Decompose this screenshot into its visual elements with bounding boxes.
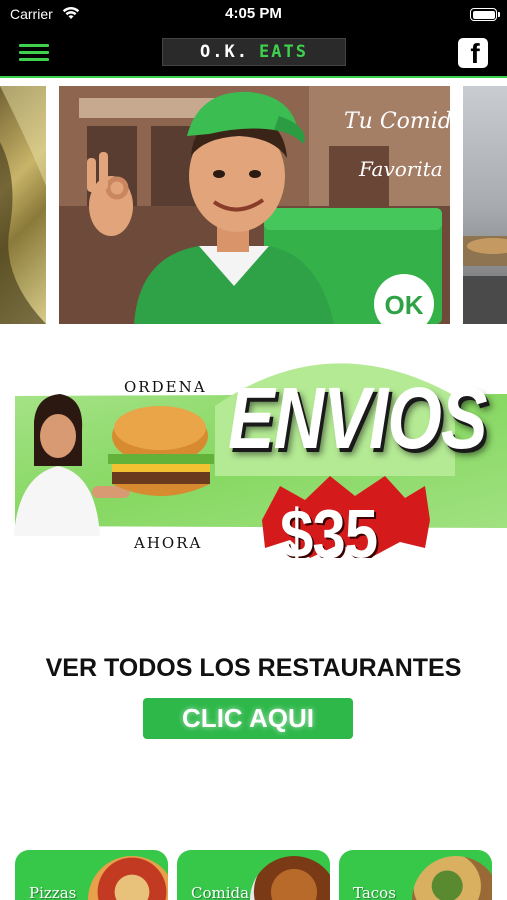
category-card-comida[interactable]: Comida xyxy=(177,850,330,900)
nav-bar: O.K. EATS f xyxy=(0,30,507,78)
image-carousel[interactable]: OK Tu Comida Favorita xyxy=(0,84,507,324)
facebook-icon[interactable]: f xyxy=(458,38,488,68)
promo-envios-text: ENVIOS xyxy=(228,369,488,467)
clock: 4:05 PM xyxy=(225,5,282,22)
promo-ordena-text: ORDENA xyxy=(124,378,207,396)
bag-badge-text: OK xyxy=(385,290,424,320)
category-card-pizzas[interactable]: Pizzas xyxy=(15,850,168,900)
delivery-promo-banner[interactable]: ORDENA AHORA ENVIOS $35 xyxy=(0,336,507,558)
carousel-slide-delivery[interactable]: OK Tu Comida Favorita xyxy=(59,86,450,324)
category-label: Pizzas xyxy=(29,884,77,900)
carousel-slide-previous[interactable] xyxy=(0,86,46,324)
menu-icon[interactable] xyxy=(19,41,51,65)
category-label: Comida xyxy=(191,884,250,900)
promo-ahora-text: AHORA xyxy=(134,534,203,552)
logo-ok-text: O.K. xyxy=(200,42,249,62)
slide-script-line-1: Tu Comida xyxy=(344,109,450,134)
category-label: Tacos xyxy=(353,884,396,900)
view-restaurants-button[interactable]: CLIC AQUI xyxy=(143,698,353,739)
restaurants-title: VER TODOS LOS RESTAURANTES xyxy=(45,654,462,682)
app-logo: O.K. EATS xyxy=(162,38,346,66)
promo-price-text: $35 xyxy=(280,495,378,558)
slide-script-line-2: Favorita xyxy=(358,157,443,181)
logo-eats-text: EATS xyxy=(259,42,308,62)
category-card-tacos[interactable]: Tacos xyxy=(339,850,492,900)
tacos-image xyxy=(412,856,492,900)
carousel-slide-next[interactable] xyxy=(463,86,507,324)
noodles-image xyxy=(250,856,330,900)
battery-icon xyxy=(470,8,500,21)
status-bar: Carrier 4:05 PM xyxy=(0,0,507,30)
pizza-image xyxy=(88,856,168,900)
